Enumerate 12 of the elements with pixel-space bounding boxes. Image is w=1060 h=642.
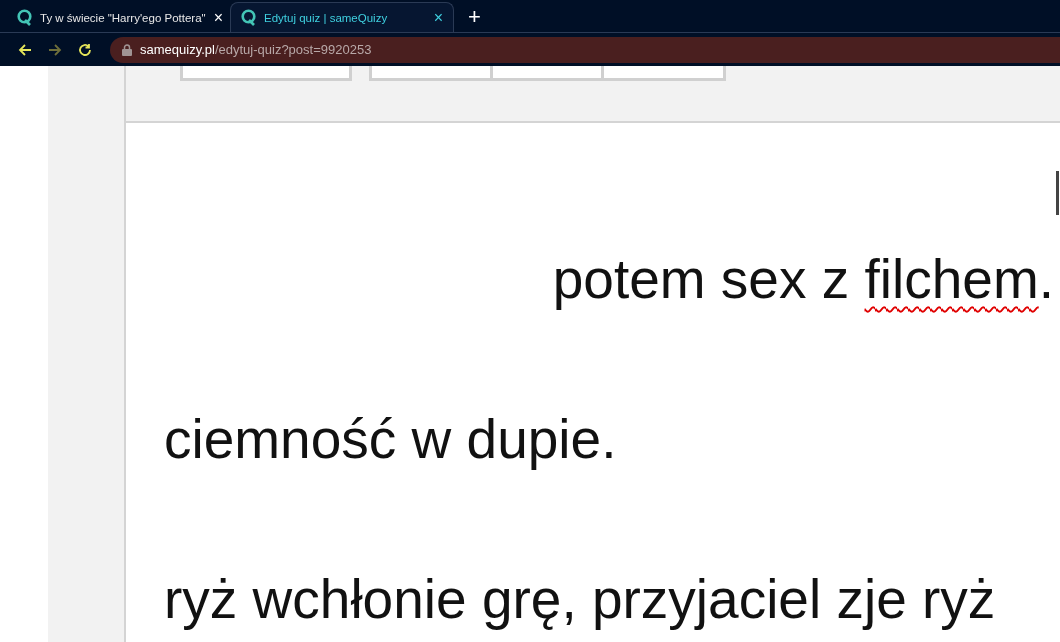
browser-tab[interactable]: Ty w świecie "Harry'ego Pottera" × <box>6 2 230 32</box>
close-tab-button[interactable]: × <box>433 9 443 26</box>
browser-tab[interactable]: Edytuj quiz | sameQuizy × <box>230 2 454 32</box>
tab-title: Ty w świecie "Harry'ego Pottera" <box>40 11 206 24</box>
editor-paragraph: ryż wchłonie grę, przyjaciel zje ryż <box>164 569 997 629</box>
editor-paragraph: potem sex z filchem. <box>551 249 1054 309</box>
new-tab-button[interactable]: + <box>464 6 485 28</box>
url-text: samequizy.pl/edytuj-quiz?post=9920253 <box>140 42 372 57</box>
address-bar[interactable]: samequizy.pl/edytuj-quiz?post=9920253 <box>110 36 1060 63</box>
editor-paragraph: ciemność w dupie. <box>164 409 618 469</box>
close-tab-button[interactable]: × <box>213 9 223 26</box>
tab-title: Edytuj quiz | sameQuizy <box>264 11 389 24</box>
